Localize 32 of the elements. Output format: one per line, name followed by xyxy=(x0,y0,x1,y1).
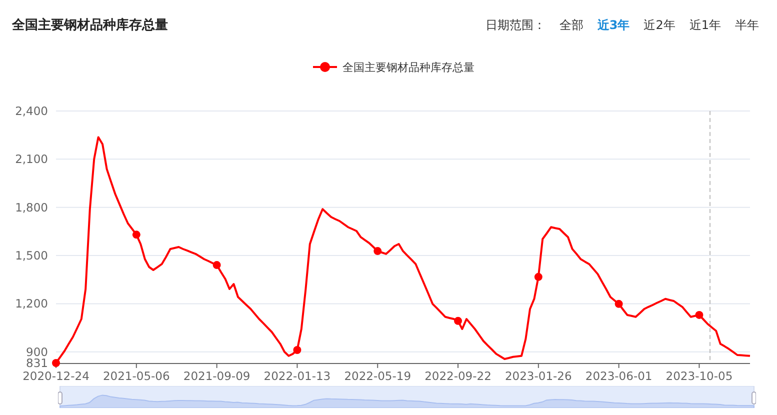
legend-label[interactable]: 全国主要钢材品种库存总量 xyxy=(342,60,474,75)
date-range-label: 日期范围： xyxy=(485,16,546,34)
x-axis-label: 2022-01-13 xyxy=(264,368,331,383)
x-axis-label: 2022-05-19 xyxy=(344,368,412,383)
y-axis-label: 2,400 xyxy=(15,104,48,118)
data-point[interactable] xyxy=(534,272,542,281)
x-axis-label: 2022-09-22 xyxy=(424,368,492,383)
data-point[interactable] xyxy=(52,358,60,367)
data-point[interactable] xyxy=(132,230,140,238)
x-axis-label: 2021-05-06 xyxy=(102,368,170,383)
y-axis-label: 1,500 xyxy=(15,248,48,262)
x-axis-label: 2023-01-26 xyxy=(505,368,572,383)
data-point[interactable] xyxy=(374,246,382,255)
date-range-option[interactable]: 全部 xyxy=(559,14,584,36)
data-point[interactable] xyxy=(212,260,221,269)
date-range-option[interactable]: 近1年 xyxy=(689,14,721,36)
data-point[interactable] xyxy=(695,310,704,319)
date-range-option[interactable]: 近3年 xyxy=(597,14,630,36)
x-axis-label: 2020-12-24 xyxy=(22,368,90,383)
x-axis-label: 2023-10-05 xyxy=(666,368,733,383)
y-axis-label: 1,800 xyxy=(15,200,48,214)
x-axis-label: 2023-06-01 xyxy=(585,368,652,383)
range-slider[interactable] xyxy=(58,386,756,408)
data-point[interactable] xyxy=(454,316,462,325)
date-range-option[interactable]: 近2年 xyxy=(644,14,676,36)
date-range-option[interactable]: 半年 xyxy=(735,14,759,36)
y-axis-label: 1,200 xyxy=(15,296,48,311)
y-axis-label: 2,100 xyxy=(15,152,48,166)
chart-title: 全国主要钢材品种库存总量 xyxy=(12,16,168,34)
x-axis-label: 2021-09-09 xyxy=(183,368,250,383)
data-point[interactable] xyxy=(614,300,623,308)
data-point[interactable] xyxy=(293,346,302,354)
